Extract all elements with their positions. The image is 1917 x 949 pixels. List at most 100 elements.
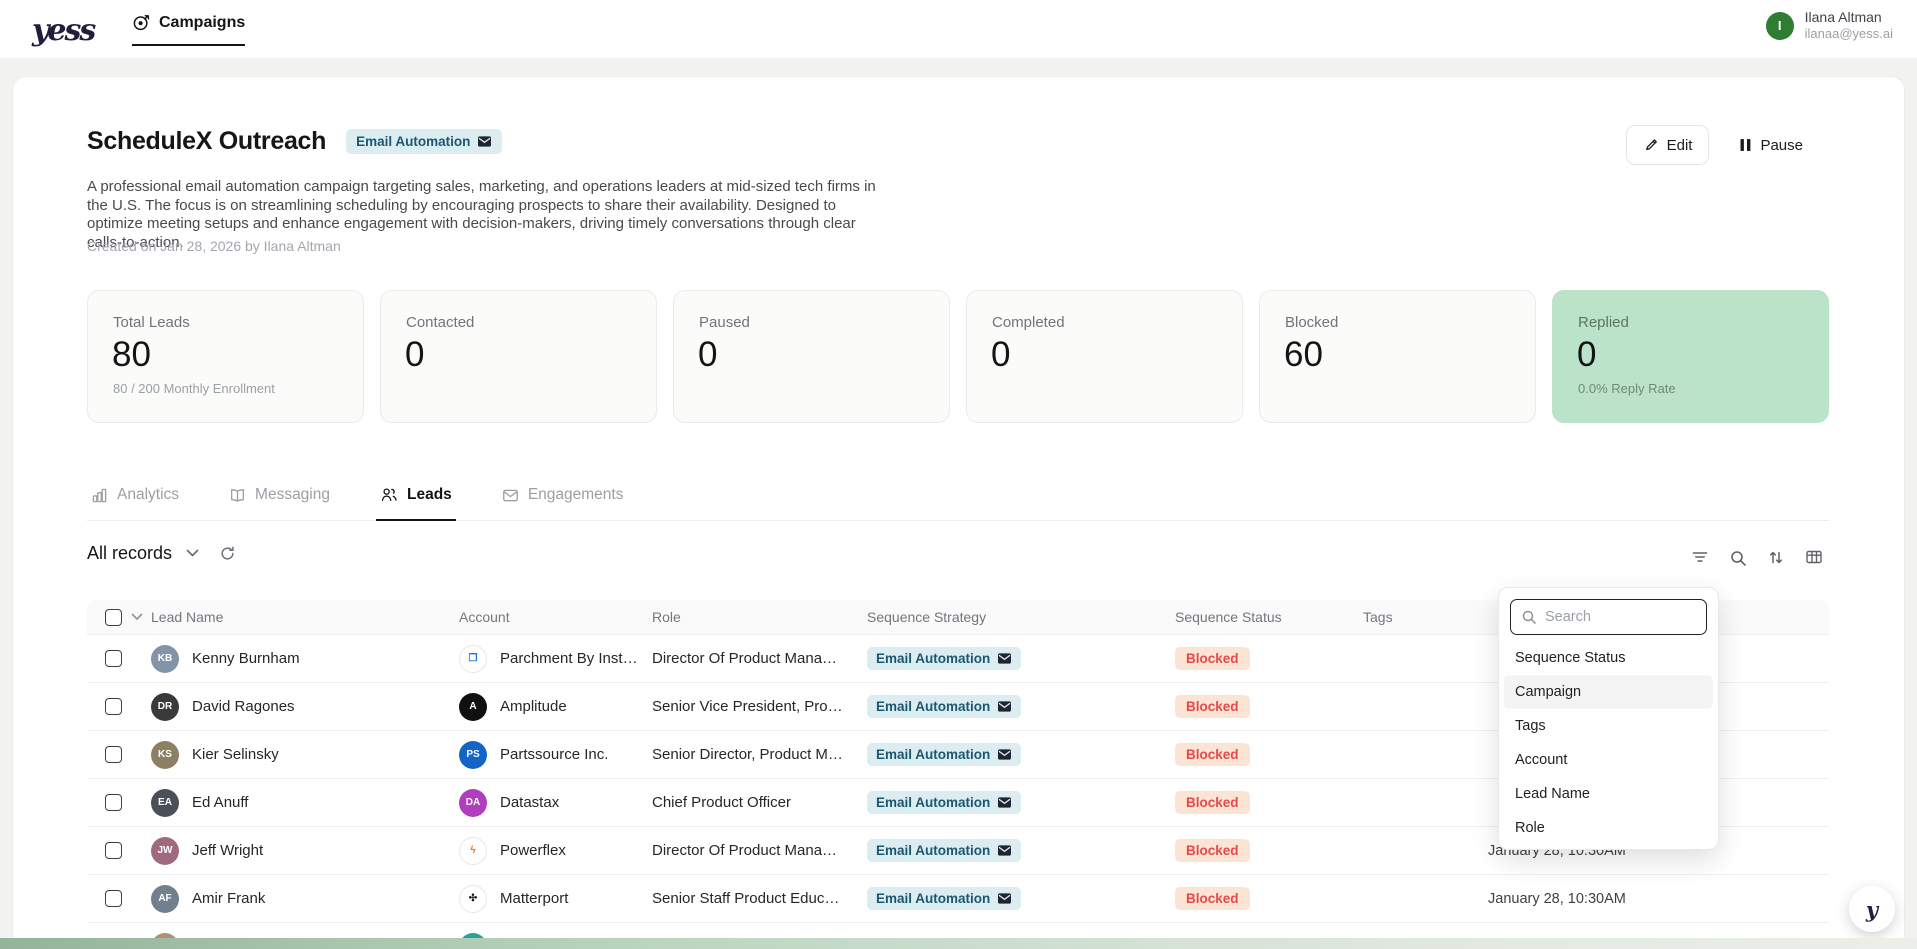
column-header-role[interactable]: Role <box>652 609 867 625</box>
yess-assistant-button[interactable]: y <box>1849 886 1895 932</box>
table-row[interactable]: AF Amir Frank ✣ Matterport Senior Staff Prod… <box>87 874 1829 922</box>
account-cell[interactable]: ❐ Parchment By Instruc <box>459 644 652 673</box>
refresh-icon[interactable] <box>219 545 236 562</box>
column-header-account[interactable]: Account <box>459 609 652 625</box>
role-cell: Senior Vice President, Pro… <box>652 698 843 715</box>
account-cell[interactable]: A Amplitude <box>459 692 652 721</box>
avatar: AF <box>151 884 179 913</box>
dropdown-search[interactable] <box>1510 599 1707 635</box>
role-cell: Chief Product Officer <box>652 794 791 811</box>
select-all-checkbox[interactable] <box>105 608 122 626</box>
view-selector[interactable]: All records <box>87 543 236 564</box>
dropdown-item-account[interactable]: Account <box>1504 743 1713 777</box>
account-name: Matterport <box>500 890 569 907</box>
dropdown-item-sequence-status[interactable]: Sequence Status <box>1504 641 1713 675</box>
records-toolbar: All records <box>87 543 1829 579</box>
column-header-lead-name[interactable]: Lead Name <box>151 609 459 625</box>
sequence-strategy-badge: Email Automation <box>867 743 1022 766</box>
sequence-status-cell: Blocked <box>1175 695 1363 718</box>
row-checkbox[interactable] <box>105 794 122 811</box>
row-checkbox[interactable] <box>105 650 122 667</box>
sequence-strategy-label: Email Automation <box>876 891 991 906</box>
sort-icon[interactable] <box>1767 549 1785 567</box>
column-header-sequence-strategy[interactable]: Sequence Strategy <box>867 609 1175 625</box>
user-menu[interactable]: I Ilana Altman ilanaa@yess.ai <box>1765 9 1893 42</box>
dropdown-item-lead-name[interactable]: Lead Name <box>1504 777 1713 811</box>
sequence-status-cell: Blocked <box>1175 887 1363 910</box>
lead-name-cell[interactable]: AF Amir Frank <box>151 884 459 913</box>
row-checkbox[interactable] <box>105 890 122 907</box>
sequence-strategy-badge: Email Automation <box>867 839 1022 862</box>
lead-name: Jeff Wright <box>192 842 264 859</box>
stat-subtext: 0.0% Reply Rate <box>1578 381 1676 396</box>
envelope-icon <box>997 796 1012 809</box>
account-cell[interactable]: ✣ Matterport <box>459 884 652 913</box>
sequence-strategy-label: Email Automation <box>876 795 991 810</box>
sequence-status-badge: Blocked <box>1175 743 1250 766</box>
sequence-strategy-badge: Email Automation <box>867 791 1022 814</box>
role-cell: Director Of Product Mana… <box>652 650 838 667</box>
avatar: DR <box>151 692 179 721</box>
columns-icon[interactable] <box>1805 549 1823 567</box>
lead-name: Kenny Burnham <box>192 650 300 667</box>
lead-name-cell[interactable]: EA Ed Anuff <box>151 788 459 817</box>
pause-button[interactable]: Pause <box>1723 125 1819 165</box>
account-cell[interactable]: PS Partssource Inc. <box>459 740 652 769</box>
row-select-cell <box>87 794 151 811</box>
sequence-status-badge: Blocked <box>1175 839 1250 862</box>
stat-label: Paused <box>699 314 750 331</box>
account-logo: ✣ <box>459 884 487 913</box>
stat-card-paused: Paused 0 <box>673 290 950 423</box>
row-select-cell <box>87 650 151 667</box>
stat-card-total-leads: Total Leads 80 80 / 200 Monthly Enrollment <box>87 290 364 423</box>
account-name: Partssource Inc. <box>500 746 609 763</box>
nav-campaigns[interactable]: Campaigns <box>132 14 246 46</box>
tabs: Analytics Messaging Leads Engagements <box>87 484 1829 521</box>
lead-name: David Ragones <box>192 698 295 715</box>
header-select-cell <box>87 608 151 626</box>
dropdown-item-campaign[interactable]: Campaign <box>1504 675 1713 709</box>
sequence-strategy-cell: Email Automation <box>867 839 1175 862</box>
sequence-status-badge: Blocked <box>1175 695 1250 718</box>
tab-messaging[interactable]: Messaging <box>225 484 334 520</box>
tab-analytics[interactable]: Analytics <box>87 484 183 520</box>
edit-button[interactable]: Edit <box>1625 125 1710 165</box>
envelope-icon <box>997 700 1012 713</box>
account-cell[interactable]: DA Datastax <box>459 788 652 817</box>
sequence-strategy-badge: Email Automation <box>867 695 1022 718</box>
sequence-strategy-label: Email Automation <box>876 699 991 714</box>
stat-label: Completed <box>992 314 1065 331</box>
sequence-strategy-cell: Email Automation <box>867 743 1175 766</box>
stat-value: 0 <box>1577 335 1597 374</box>
sequence-strategy-cell: Email Automation <box>867 791 1175 814</box>
lead-name-cell[interactable]: JW Jeff Wright <box>151 836 459 865</box>
filter-icon[interactable] <box>1691 549 1709 567</box>
sequence-strategy-cell: Email Automation <box>867 695 1175 718</box>
user-name: Ilana Altman <box>1804 9 1882 25</box>
sequence-status-badge: Blocked <box>1175 791 1250 814</box>
chevron-down-icon[interactable] <box>131 613 143 621</box>
account-logo: PS <box>459 740 487 769</box>
lead-name-cell[interactable]: KS Kier Selinsky <box>151 740 459 769</box>
tab-label: Analytics <box>117 486 180 503</box>
column-header-sequence-status[interactable]: Sequence Status <box>1175 609 1363 625</box>
dropdown-search-input[interactable] <box>1545 609 1685 625</box>
row-checkbox[interactable] <box>105 698 122 715</box>
tab-engagements[interactable]: Engagements <box>498 484 628 520</box>
account-logo: ϟ <box>459 836 487 865</box>
campaign-created-line: Created on Jan 28, 2026 by Ilana Altman <box>87 238 341 254</box>
lead-name-cell[interactable]: KB Kenny Burnham <box>151 644 459 673</box>
dropdown-item-role[interactable]: Role <box>1504 811 1713 845</box>
campaign-type-badge: Email Automation <box>346 129 503 154</box>
search-icon <box>1521 609 1537 625</box>
row-checkbox[interactable] <box>105 842 122 859</box>
row-checkbox[interactable] <box>105 746 122 763</box>
tab-leads[interactable]: Leads <box>376 484 456 521</box>
column-header-tags[interactable]: Tags <box>1363 609 1488 625</box>
search-icon[interactable] <box>1729 549 1747 567</box>
account-cell[interactable]: ϟ Powerflex <box>459 836 652 865</box>
yess-logo[interactable]: yess <box>30 8 104 52</box>
envelope-icon <box>997 652 1012 665</box>
lead-name-cell[interactable]: DR David Ragones <box>151 692 459 721</box>
dropdown-item-tags[interactable]: Tags <box>1504 709 1713 743</box>
